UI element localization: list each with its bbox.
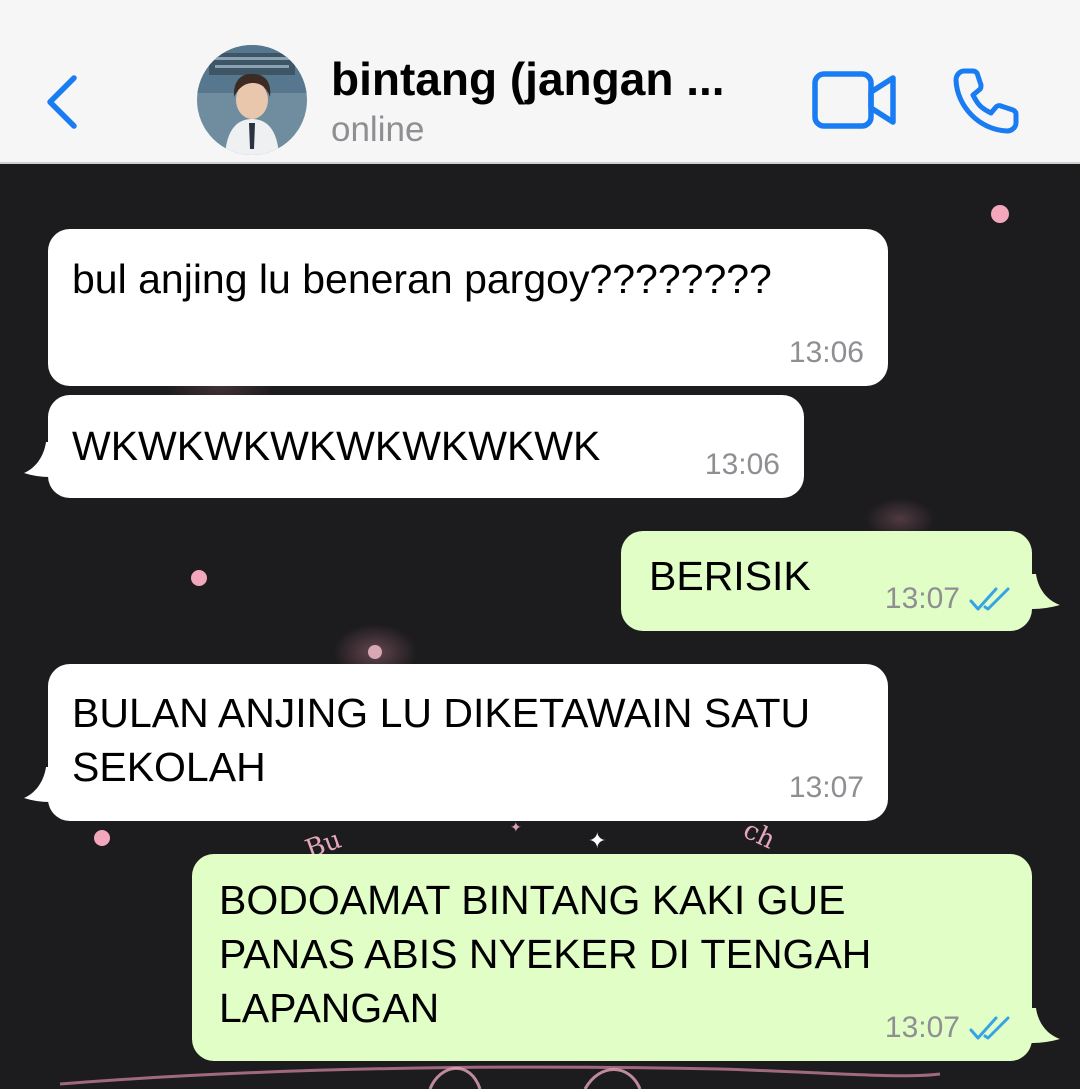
message-time: 13:06: [704, 448, 780, 481]
svg-text:✦: ✦: [588, 829, 606, 854]
svg-text:✦: ✦: [510, 820, 522, 836]
message-time: 13:07: [788, 771, 864, 804]
message-text: WKWKWKWKWKWKWKWK: [72, 423, 601, 469]
video-call-button[interactable]: [810, 68, 900, 132]
message-bubble-outgoing[interactable]: BODOAMAT BINTANG KAKI GUE PANAS ABIS NYE…: [192, 854, 1032, 1061]
message-bubble-incoming[interactable]: bul anjing lu beneran pargoy???????? 13:…: [48, 229, 888, 386]
message-text: BODOAMAT BINTANG KAKI GUE PANAS ABIS NYE…: [219, 877, 872, 1031]
contact-avatar[interactable]: [197, 45, 307, 155]
message-bubble-incoming[interactable]: WKWKWKWKWKWKWKWK 13:06: [48, 395, 804, 498]
read-receipt-icon: [969, 587, 1010, 611]
phone-icon: [953, 68, 1019, 134]
message-bubble-incoming[interactable]: BULAN ANJING LU DIKETAWAIN SATU SEKOLAH …: [48, 664, 888, 821]
contact-name[interactable]: bintang (jangan ...: [331, 52, 725, 106]
svg-text:ch: ch: [739, 815, 780, 856]
message-text: BULAN ANJING LU DIKETAWAIN SATU SEKOLAH: [72, 690, 811, 790]
back-button[interactable]: [38, 70, 88, 130]
read-receipt-icon: [969, 1016, 1010, 1040]
chat-header: bintang (jangan ... online: [0, 0, 1080, 164]
chat-area[interactable]: ✦ ✦ Bu ch bul anjing lu beneran pargoy??…: [0, 164, 1080, 1089]
chevron-left-icon: [47, 75, 77, 129]
message-time: 13:06: [788, 336, 864, 369]
message-text: BERISIK: [649, 553, 811, 599]
voice-call-button[interactable]: [950, 65, 1022, 137]
message-time: 13:07: [884, 582, 960, 615]
message-time: 13:07: [884, 1011, 960, 1044]
message-bubble-outgoing[interactable]: BERISIK 13:07: [621, 531, 1032, 631]
contact-status: online: [331, 110, 425, 149]
video-camera-icon: [812, 71, 896, 129]
message-text: bul anjing lu beneran pargoy????????: [72, 256, 772, 302]
